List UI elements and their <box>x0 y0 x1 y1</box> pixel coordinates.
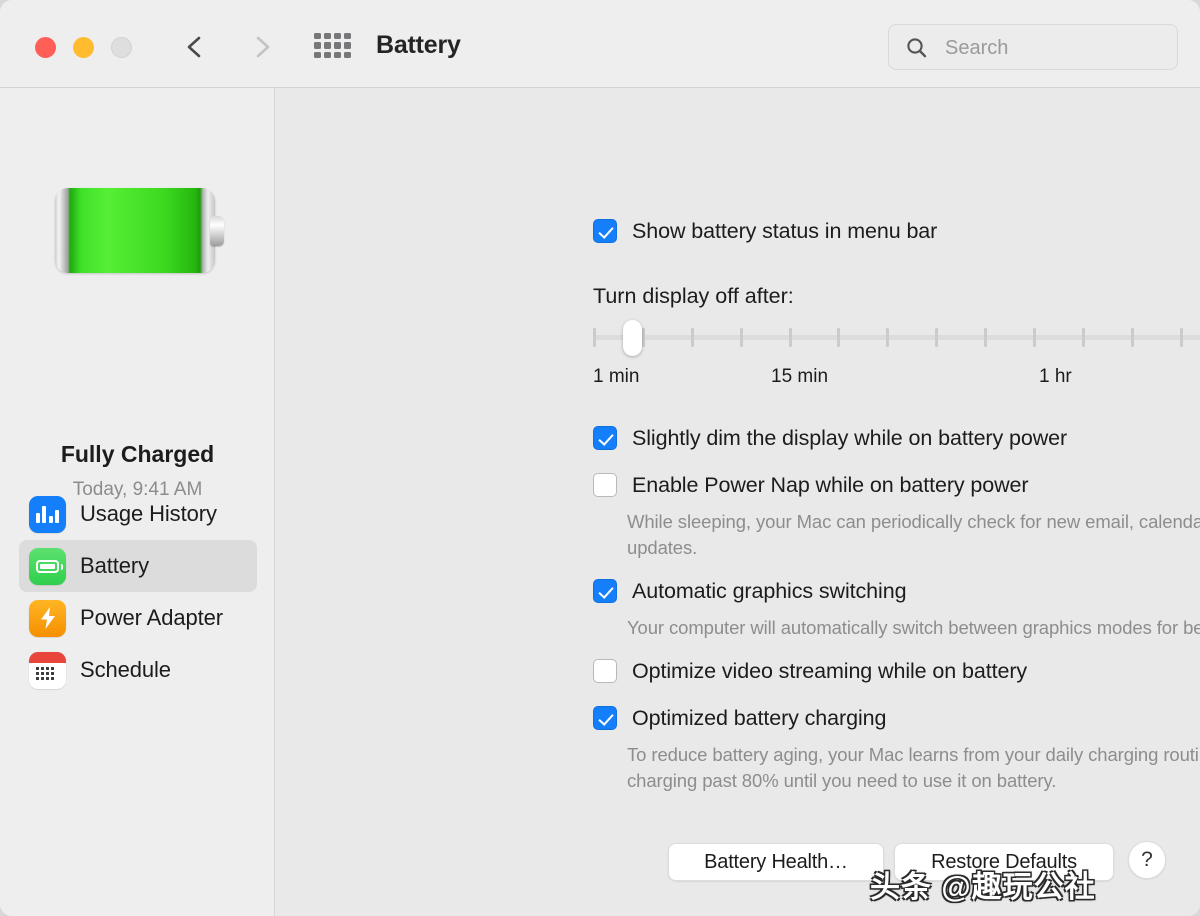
close-button[interactable] <box>35 37 56 58</box>
checkbox-description-optimized-charging: To reduce battery aging, your Mac learns… <box>627 744 1200 791</box>
checkbox-row-power-nap[interactable]: Enable Power Nap while on battery power <box>593 473 1029 498</box>
minimize-button[interactable] <box>73 37 94 58</box>
checkbox-label: Show battery status in menu bar <box>632 219 938 243</box>
battery-health-button[interactable]: Battery Health… <box>668 843 884 881</box>
show-all-grid-icon[interactable] <box>314 33 351 58</box>
checkbox-row-optimized-charging[interactable]: Optimized battery charging <box>593 706 886 731</box>
usage-history-icon <box>29 495 66 533</box>
sidebar-item-label: Battery <box>80 553 149 578</box>
sidebar-item-schedule[interactable]: Schedule <box>19 644 257 696</box>
checkbox-automatic-graphics-switching[interactable] <box>593 579 617 603</box>
checkbox-label: Optimized battery charging <box>632 706 887 730</box>
slider-tick-label-15min: 15 min <box>771 366 829 387</box>
sidebar-item-label: Schedule <box>80 657 171 682</box>
battery-body <box>55 188 215 273</box>
search-icon <box>907 38 927 58</box>
full-green-battery-icon <box>55 188 224 273</box>
watermark: 头条 @趣玩公社 <box>870 871 1096 904</box>
sidebar-item-usage-history[interactable]: Usage History <box>19 488 257 540</box>
window-controls <box>35 37 132 58</box>
battery-icon <box>29 547 66 585</box>
checkbox-label: Optimize video streaming while on batter… <box>632 659 1028 683</box>
checkbox-slightly-dim-display[interactable] <box>593 426 617 450</box>
checkbox-row-menu-bar[interactable]: Show battery status in menu bar <box>593 219 937 244</box>
battery-preferences-window: Battery Search Fully Charged Today, 9:41… <box>0 0 1200 916</box>
schedule-calendar-icon <box>29 651 66 689</box>
power-adapter-icon <box>29 599 66 637</box>
checkbox-show-battery-status[interactable] <box>593 219 617 243</box>
checkbox-enable-power-nap[interactable] <box>593 473 617 497</box>
content-pane: Show battery status in menu bar Turn dis… <box>276 88 1200 916</box>
checkbox-optimize-video-streaming[interactable] <box>593 659 617 683</box>
display-off-label: Turn display off after: <box>593 284 794 308</box>
checkbox-optimized-battery-charging[interactable] <box>593 706 617 730</box>
sidebar-list: Usage History Battery Power Adapter Sche… <box>19 488 257 696</box>
slider-tick-label-1hr: 1 hr <box>1039 366 1072 387</box>
checkbox-description-power-nap: While sleeping, your Mac can periodicall… <box>627 511 1200 558</box>
sidebar-item-battery[interactable]: Battery <box>19 540 257 592</box>
page-title: Battery <box>376 31 461 59</box>
back-button[interactable] <box>178 30 212 64</box>
checkbox-label: Slightly dim the display while on batter… <box>632 426 1068 450</box>
help-button[interactable]: ? <box>1128 841 1166 879</box>
checkbox-label: Automatic graphics switching <box>632 579 907 603</box>
search-placeholder: Search <box>945 37 1009 59</box>
forward-button[interactable] <box>245 30 279 64</box>
sidebar-item-label: Power Adapter <box>80 605 224 630</box>
slider-tick-label-1min: 1 min <box>593 366 640 387</box>
checkbox-description-graphics-switching: Your computer will automatically switch … <box>627 617 1200 638</box>
zoom-button[interactable] <box>111 37 132 58</box>
checkbox-row-slightly-dim[interactable]: Slightly dim the display while on batter… <box>593 426 1067 451</box>
search-field[interactable]: Search <box>888 24 1178 70</box>
display-off-slider[interactable] <box>593 320 1200 356</box>
charge-status: Fully Charged <box>60 441 215 467</box>
sidebar: Fully Charged Today, 9:41 AM Usage Histo… <box>0 88 275 916</box>
slider-thumb[interactable] <box>623 320 642 356</box>
title-bar: Battery Search <box>0 0 1200 88</box>
sidebar-item-power-adapter[interactable]: Power Adapter <box>19 592 257 644</box>
checkbox-label: Enable Power Nap while on battery power <box>632 473 1029 497</box>
checkbox-row-graphics-switching[interactable]: Automatic graphics switching <box>593 579 907 604</box>
battery-nub <box>210 216 224 246</box>
sidebar-item-label: Usage History <box>80 501 217 526</box>
checkbox-row-optimize-video[interactable]: Optimize video streaming while on batter… <box>593 659 1027 684</box>
slider-track[interactable] <box>593 335 1200 340</box>
